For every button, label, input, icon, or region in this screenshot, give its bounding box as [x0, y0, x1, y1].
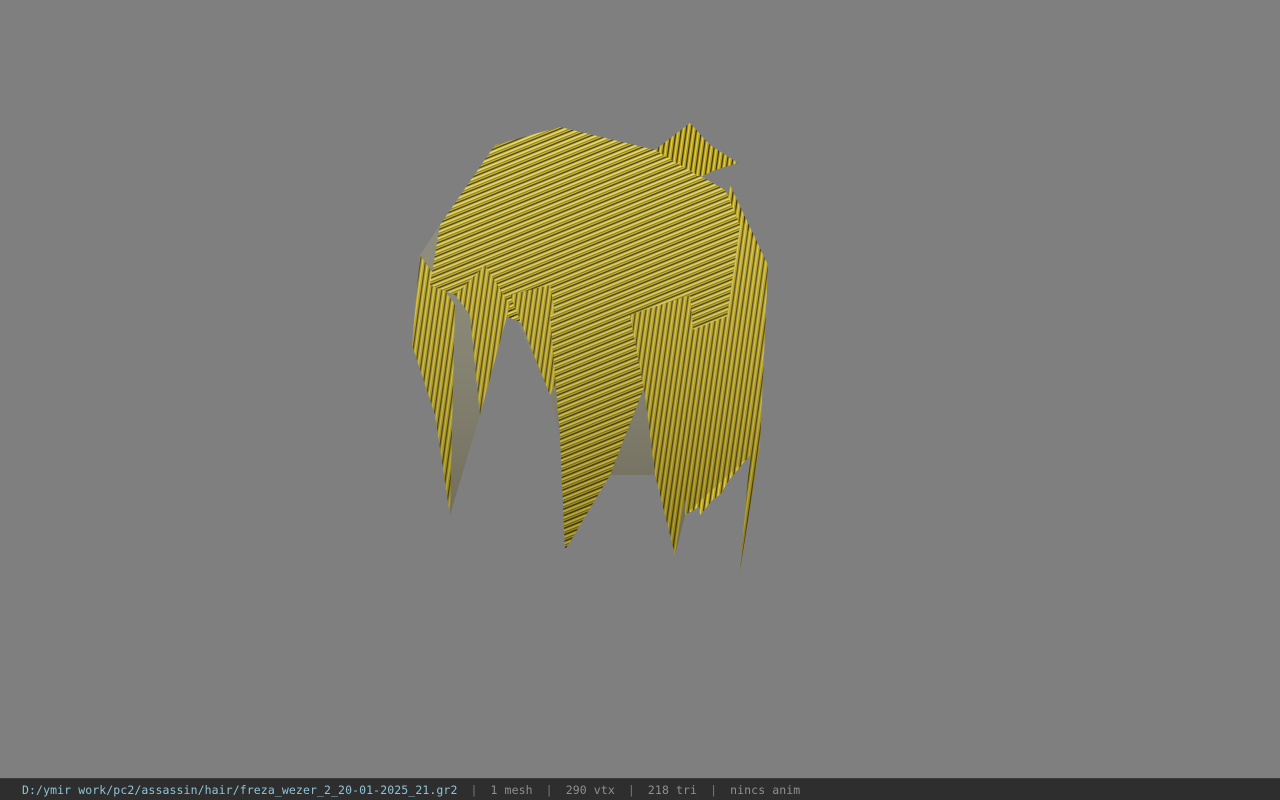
mesh-count: 1 mesh: [490, 782, 533, 797]
status-bar: D:/ymir work/pc2/assassin/hair/freza_wez…: [0, 778, 1280, 800]
separator: |: [545, 782, 553, 797]
file-path: D:/ymir work/pc2/assassin/hair/freza_wez…: [22, 782, 458, 797]
animation-status: nincs anim: [730, 782, 801, 797]
separator: |: [627, 782, 635, 797]
hair-mesh-icon: [412, 123, 768, 570]
vertex-count: 290 vtx: [565, 782, 615, 797]
separator: |: [710, 782, 718, 797]
3d-viewport[interactable]: [0, 0, 1280, 778]
separator: |: [470, 782, 478, 797]
triangle-count: 218 tri: [647, 782, 698, 797]
